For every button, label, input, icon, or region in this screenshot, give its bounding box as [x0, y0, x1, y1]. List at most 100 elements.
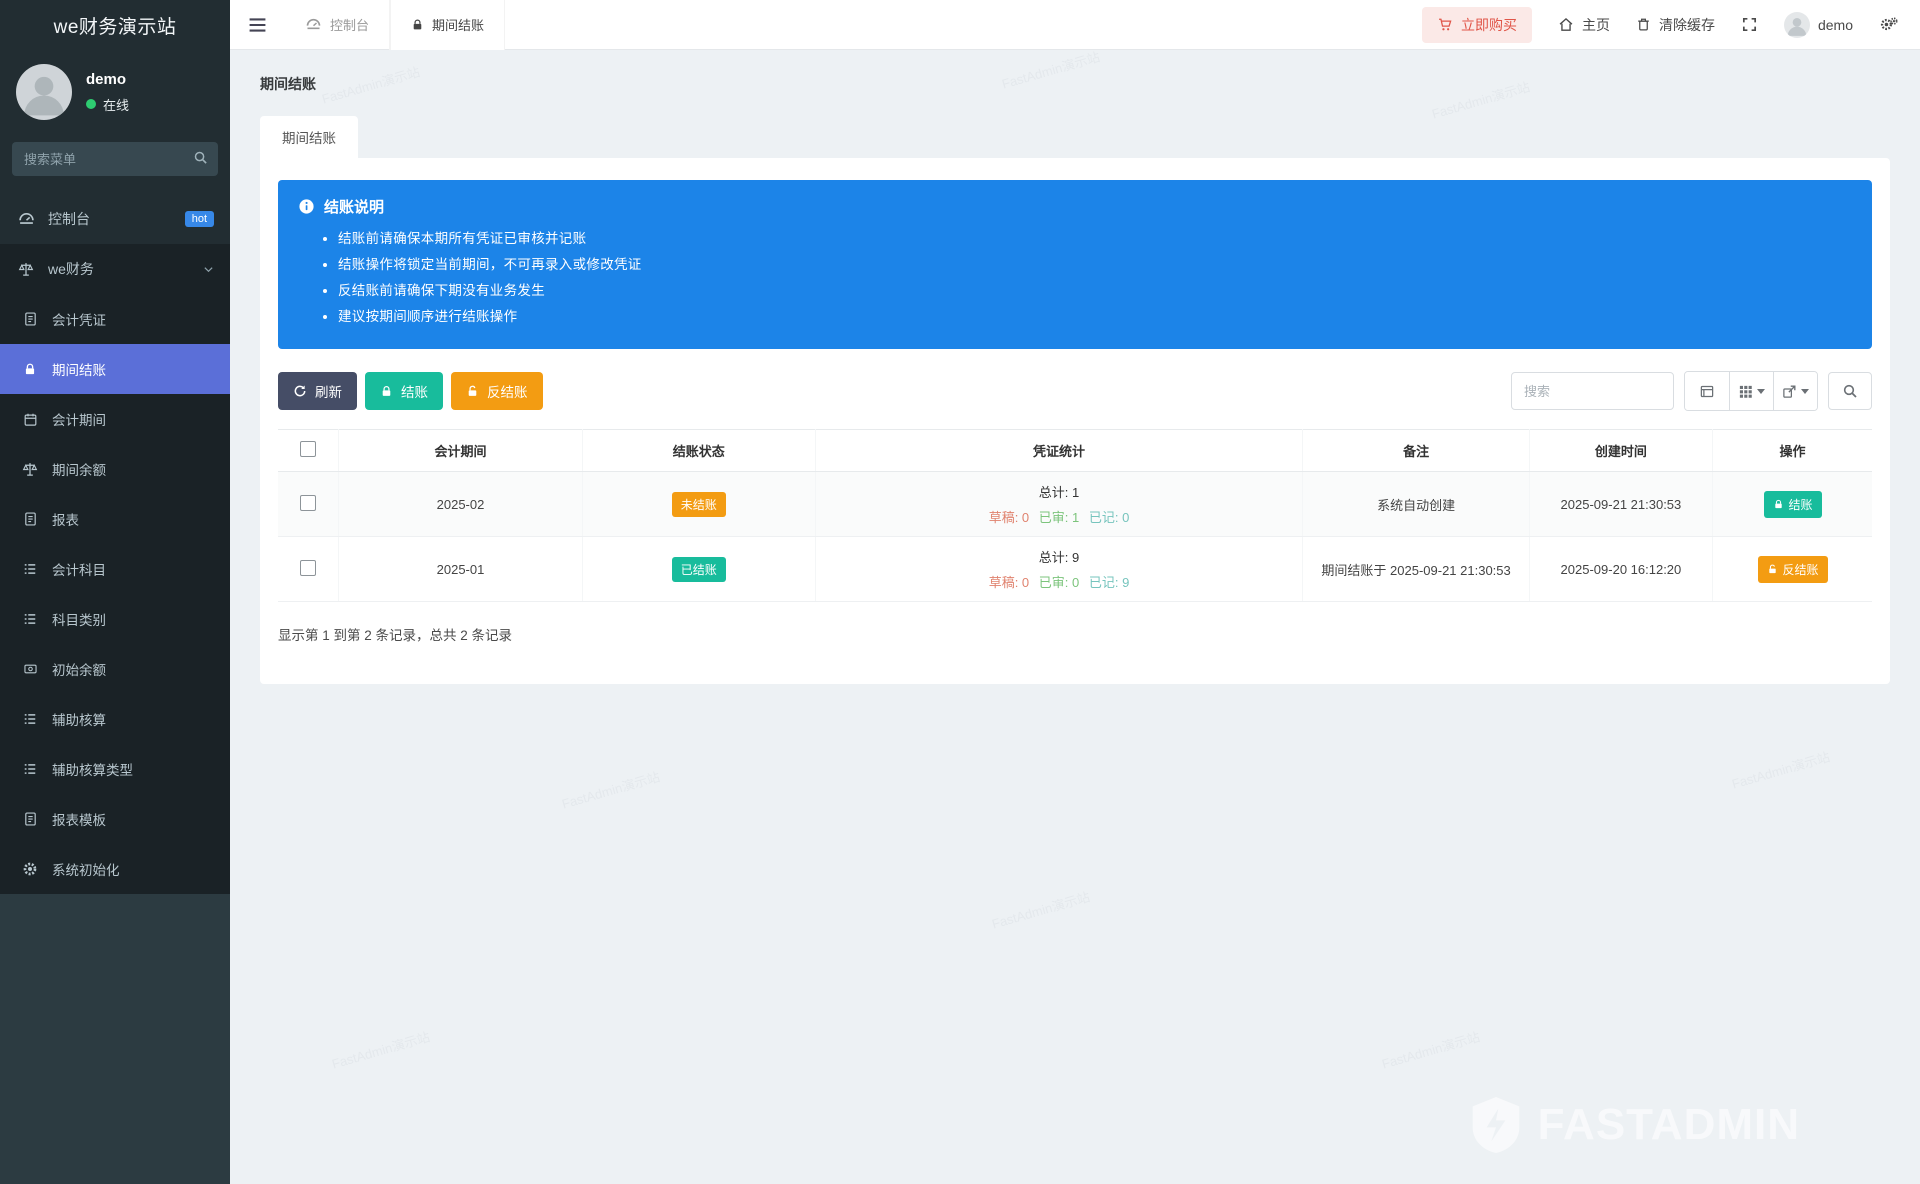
status-badge: 未结账 — [671, 491, 726, 517]
page-title: 期间结账 — [260, 76, 316, 92]
home-link[interactable]: 主页 — [1558, 15, 1610, 35]
draft-count: 草稿: 0 — [988, 510, 1030, 525]
tab-period-closing[interactable]: 期间结账 — [390, 0, 506, 50]
hot-badge: hot — [184, 211, 214, 227]
sidebar-item-report-templates[interactable]: 报表模板 — [0, 794, 230, 844]
sidebar-item-vouchers[interactable]: 会计凭证 — [0, 294, 230, 344]
sidebar-item-dashboard[interactable]: 控制台 hot — [0, 194, 230, 244]
calendar-icon — [20, 412, 40, 427]
file-icon — [20, 811, 40, 827]
cart-icon — [1437, 17, 1453, 32]
menu-search-input[interactable] — [12, 142, 218, 176]
fullscreen-icon[interactable] — [1741, 16, 1758, 33]
voucher-total: 总计: 1 — [1038, 485, 1080, 500]
table-row[interactable]: 2025-02 未结账 总计: 1 草稿: 0 已审: 1 已记: 0 系统自动… — [278, 471, 1872, 537]
reopen-period-row-button[interactable]: 反结账 — [1757, 555, 1828, 583]
row-checkbox[interactable] — [300, 494, 317, 511]
notice-item: 结账前请确保本期所有凭证已审核并记账 — [338, 227, 1852, 247]
home-icon — [1558, 17, 1574, 32]
list-icon — [20, 762, 40, 776]
close-period-row-button[interactable]: 结账 — [1763, 490, 1822, 518]
trash-icon — [1636, 17, 1651, 32]
select-all-checkbox[interactable] — [300, 441, 317, 457]
remark-cell: 期间结账于 2025-09-21 21:30:53 — [1302, 536, 1530, 602]
sidebar-item-aux-accounting[interactable]: 辅助核算 — [0, 694, 230, 744]
advanced-search-button[interactable] — [1828, 372, 1872, 410]
user-menu[interactable]: demo — [1783, 11, 1853, 38]
sidebar-item-reports[interactable]: 报表 — [0, 494, 230, 544]
notice-item: 反结账前请确保下期没有业务发生 — [338, 279, 1852, 299]
dashboard-icon — [305, 17, 322, 33]
table-toolbar: 刷新 结账 反结账 — [278, 371, 1872, 411]
voucher-total: 总计: 9 — [1038, 550, 1080, 565]
notice-item: 建议按期间顺序进行结账操作 — [338, 305, 1852, 325]
caret-down-icon — [1757, 388, 1765, 394]
period-cell: 2025-01 — [338, 536, 583, 602]
file-icon — [20, 311, 40, 327]
table-row[interactable]: 2025-01 已结账 总计: 9 草稿: 0 已审: 0 已记: 9 期间结账… — [278, 536, 1872, 602]
close-period-button[interactable]: 结账 — [365, 372, 443, 410]
sidebar-item-subject-categories[interactable]: 科目类别 — [0, 594, 230, 644]
caret-down-icon — [1801, 388, 1809, 394]
notice-item: 结账操作将锁定当前期间，不可再录入或修改凭证 — [338, 253, 1852, 273]
lock-icon — [411, 18, 424, 32]
sidebar-item-subjects[interactable]: 会计科目 — [0, 544, 230, 594]
buy-now-button[interactable]: 立即购买 — [1421, 6, 1532, 43]
refresh-button[interactable]: 刷新 — [278, 372, 357, 410]
column-header[interactable]: 操作 — [1712, 429, 1872, 472]
columns-dropdown-button[interactable] — [1729, 372, 1773, 410]
notice-title: 结账说明 — [324, 199, 385, 216]
balance-icon — [20, 461, 40, 478]
clear-cache-link[interactable]: 清除缓存 — [1636, 15, 1715, 35]
unlock-icon — [1767, 564, 1778, 575]
settings-cogs-icon[interactable] — [1879, 16, 1898, 33]
content-tab-period-closing[interactable]: 期间结账 — [260, 116, 358, 158]
period-cell: 2025-02 — [338, 471, 583, 537]
online-dot-icon — [86, 99, 96, 109]
sidebar-item-aux-types[interactable]: 辅助核算类型 — [0, 744, 230, 794]
draft-count: 草稿: 0 — [988, 575, 1030, 590]
table-search-input[interactable] — [1511, 372, 1674, 410]
column-header[interactable]: 凭证统计 — [815, 429, 1304, 472]
list-icon — [20, 612, 40, 626]
avatar — [16, 64, 72, 120]
app-logo[interactable]: we财务演示站 — [0, 0, 230, 50]
tab-dashboard[interactable]: 控制台 — [285, 0, 391, 50]
table-view-buttons — [1684, 371, 1818, 411]
audited-count: 已审: 1 — [1038, 510, 1080, 525]
column-header[interactable]: 结账状态 — [582, 429, 816, 472]
sidebar-menu: 控制台 hot we财务 会计凭证 期间结账 会计期间 期间余额 报表 会计科目… — [0, 194, 230, 894]
topbar: 控制台 期间结账 立即购买 主页 清除缓存 demo — [230, 0, 1920, 50]
column-header[interactable]: 备注 — [1302, 429, 1530, 472]
sidebar-item-periods[interactable]: 会计期间 — [0, 394, 230, 444]
column-header[interactable]: 会计期间 — [338, 429, 583, 472]
closing-notice: 结账说明 结账前请确保本期所有凭证已审核并记账 结账操作将锁定当前期间，不可再录… — [278, 180, 1872, 349]
sidebar: we财务演示站 demo 在线 搜索菜单 控制台 hot we财务 会计凭证 期… — [0, 0, 230, 1184]
gear-icon — [20, 861, 40, 877]
sidebar-item-initial-balance[interactable]: 初始余额 — [0, 644, 230, 694]
audited-count: 已审: 0 — [1038, 575, 1080, 590]
money-icon — [20, 662, 40, 676]
row-checkbox[interactable] — [300, 559, 317, 576]
sidebar-item-finance[interactable]: we财务 — [0, 244, 230, 294]
pagination-summary: 显示第 1 到第 2 条记录，总共 2 条记录 — [278, 628, 513, 643]
sidebar-item-period-balance[interactable]: 期间余额 — [0, 444, 230, 494]
toggle-view-button[interactable] — [1685, 372, 1729, 410]
lock-icon — [1773, 499, 1784, 510]
avatar — [1783, 11, 1810, 38]
reopen-period-button[interactable]: 反结账 — [451, 372, 543, 410]
search-icon[interactable] — [193, 150, 208, 165]
info-icon — [298, 198, 315, 215]
menu-toggle-icon[interactable] — [230, 17, 285, 33]
menu-search — [12, 142, 218, 176]
column-header[interactable]: 创建时间 — [1529, 429, 1714, 472]
user-status: 在线 — [103, 97, 130, 113]
export-dropdown-button[interactable] — [1773, 372, 1817, 410]
booked-count: 已记: 0 — [1088, 510, 1130, 525]
refresh-icon — [293, 384, 307, 398]
list-icon — [20, 562, 40, 576]
created-cell: 2025-09-20 16:12:20 — [1529, 536, 1714, 602]
sidebar-item-system-init[interactable]: 系统初始化 — [0, 844, 230, 894]
sidebar-item-period-closing[interactable]: 期间结账 — [0, 344, 230, 394]
sidebar-group-finance: we财务 会计凭证 期间结账 会计期间 期间余额 报表 会计科目 科目类别 初始… — [0, 244, 230, 894]
